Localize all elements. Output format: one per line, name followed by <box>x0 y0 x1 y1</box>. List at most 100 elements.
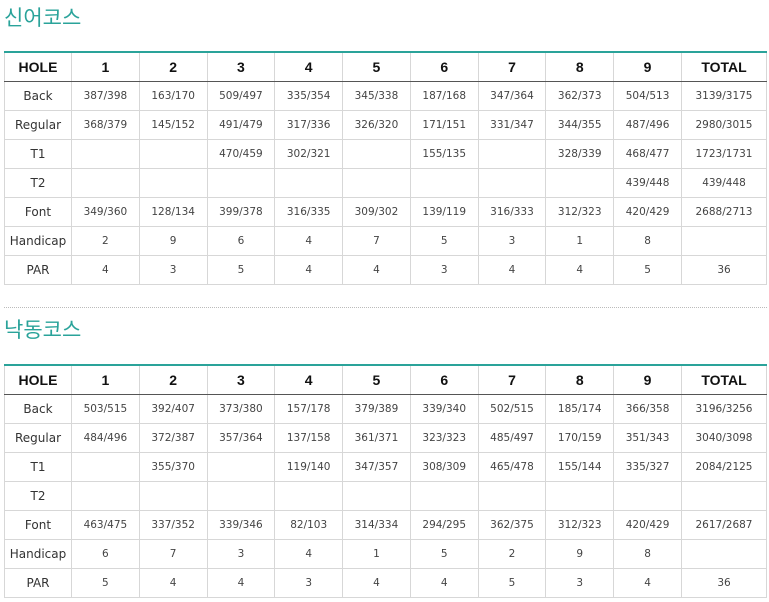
table-cell: 36 <box>681 255 767 285</box>
table-cell: 302/321 <box>274 139 344 169</box>
header-total: TOTAL <box>681 51 767 82</box>
table-cell: 170/159 <box>545 423 615 453</box>
table-cell: 8 <box>613 226 682 256</box>
table-cell: 349/360 <box>71 197 140 227</box>
table-cell: 4 <box>545 255 615 285</box>
table-cell <box>409 481 479 511</box>
table-cell: 5 <box>71 568 140 598</box>
header-total: TOTAL <box>681 364 767 395</box>
table-cell: 4 <box>274 539 344 569</box>
header-hole-1: 1 <box>71 364 140 395</box>
table-cell: 7 <box>342 226 411 256</box>
table-cell: 366/358 <box>613 394 682 424</box>
table-cell <box>71 452 140 482</box>
table-cell: 335/327 <box>613 452 682 482</box>
table-row: PAR 5 4 4 3 4 4 5 3 4 36 <box>4 568 767 598</box>
table-cell: 82/103 <box>274 510 344 540</box>
table-cell: 344/355 <box>545 110 615 140</box>
table-cell <box>206 481 276 511</box>
table-cell: 5 <box>409 226 479 256</box>
table-cell <box>477 139 547 169</box>
table-row: Regular 484/496 372/387 357/364 137/158 361/3… <box>4 423 767 453</box>
table-cell <box>409 168 479 198</box>
table-cell: 420/429 <box>613 197 682 227</box>
row-label: T2 <box>4 481 72 511</box>
table-cell: 3139/3175 <box>681 81 767 111</box>
table-cell: 509/497 <box>206 81 276 111</box>
table-cell: 317/336 <box>274 110 344 140</box>
table-cell: 2 <box>71 226 140 256</box>
table-cell: 312/323 <box>545 510 615 540</box>
table-cell: 484/496 <box>71 423 140 453</box>
row-label: Regular <box>4 423 72 453</box>
table-cell: 316/333 <box>477 197 547 227</box>
table-cell <box>342 481 411 511</box>
header-hole: HOLE <box>4 364 72 395</box>
row-label: T1 <box>4 452 72 482</box>
table-cell: 314/334 <box>342 510 411 540</box>
table-cell: 399/378 <box>206 197 276 227</box>
header-hole-8: 8 <box>545 364 615 395</box>
table-cell: 3 <box>477 226 547 256</box>
table-cell: 361/371 <box>342 423 411 453</box>
header-hole-4: 4 <box>274 364 344 395</box>
table-row: Regular 368/379 145/152 491/479 317/336 326/3… <box>4 110 767 140</box>
table-cell: 465/478 <box>477 452 547 482</box>
scorecard-table-sineo: HOLE 1 2 3 4 5 6 7 8 9 TOTAL Back 387/398 163/170 509… <box>4 51 767 285</box>
table-cell: 155/144 <box>545 452 615 482</box>
table-cell: 4 <box>274 226 344 256</box>
header-hole-2: 2 <box>138 51 208 82</box>
header-hole-4: 4 <box>274 51 344 82</box>
table-cell: 485/497 <box>477 423 547 453</box>
table-cell: 308/309 <box>409 452 479 482</box>
header-hole-3: 3 <box>206 364 276 395</box>
table-cell: 468/477 <box>613 139 682 169</box>
table-cell <box>206 168 276 198</box>
table-cell <box>477 168 547 198</box>
row-label: Font <box>4 197 72 227</box>
table-cell: 357/364 <box>206 423 276 453</box>
table-cell: 4 <box>477 255 547 285</box>
header-row: HOLE 1 2 3 4 5 6 7 8 9 TOTAL <box>4 51 767 82</box>
table-row: T1 355/370 119/140 347/357 308/309 465/478 155… <box>4 452 767 482</box>
table-row: T1 470/459 302/321 155/135 328/339 468/477 172… <box>4 139 767 169</box>
table-cell: 502/515 <box>477 394 547 424</box>
table-cell <box>545 168 615 198</box>
table-cell: 4 <box>342 255 411 285</box>
row-label: T1 <box>4 139 72 169</box>
table-cell: 1 <box>545 226 615 256</box>
table-cell: 9 <box>545 539 615 569</box>
table-cell <box>206 452 276 482</box>
table-cell: 5 <box>613 255 682 285</box>
table-cell <box>342 168 411 198</box>
table-cell: 5 <box>477 568 547 598</box>
table-cell: 157/178 <box>274 394 344 424</box>
table-cell: 347/364 <box>477 81 547 111</box>
scorecard-table-nakdong: HOLE 1 2 3 4 5 6 7 8 9 TOTAL Back 503/515 392/407 373… <box>4 364 767 598</box>
table-cell: 145/152 <box>138 110 208 140</box>
table-cell <box>681 226 767 256</box>
row-label: T2 <box>4 168 72 198</box>
header-hole-6: 6 <box>409 51 479 82</box>
table-cell <box>138 168 208 198</box>
table-cell: 3 <box>206 539 276 569</box>
table-cell: 4 <box>71 255 140 285</box>
table-row: T2 <box>4 481 767 511</box>
table-cell: 6 <box>71 539 140 569</box>
table-row: Back 387/398 163/170 509/497 335/354 345/338 1… <box>4 81 767 111</box>
table-cell: 5 <box>206 255 276 285</box>
table-cell: 312/323 <box>545 197 615 227</box>
table-cell: 387/398 <box>71 81 140 111</box>
table-cell: 6 <box>206 226 276 256</box>
row-label: Handicap <box>4 539 72 569</box>
row-label: Font <box>4 510 72 540</box>
table-cell: 362/373 <box>545 81 615 111</box>
table-cell: 372/387 <box>138 423 208 453</box>
course-title-nakdong: 낙동코스 <box>4 318 82 342</box>
table-cell <box>613 481 682 511</box>
header-row: HOLE 1 2 3 4 5 6 7 8 9 TOTAL <box>4 364 767 395</box>
table-cell: 373/380 <box>206 394 276 424</box>
table-row: T2 439/448 439/448 <box>4 168 767 198</box>
table-cell: 8 <box>613 539 682 569</box>
table-row: PAR 4 3 5 4 4 3 4 4 5 36 <box>4 255 767 285</box>
